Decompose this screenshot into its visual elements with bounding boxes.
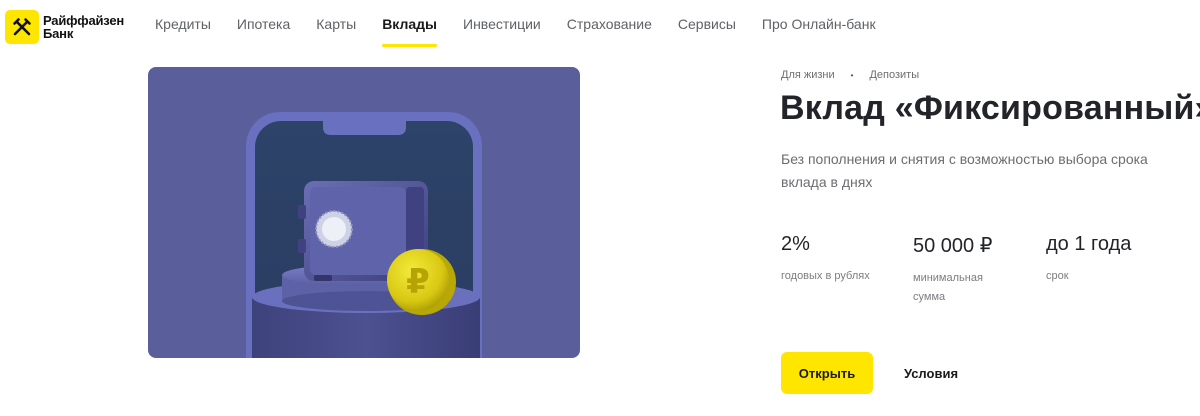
terms-button[interactable]: Условия xyxy=(892,352,970,394)
stat-term-label: срок xyxy=(1046,270,1069,282)
raiffeisen-cross-icon xyxy=(5,10,39,44)
site-header: Райффайзен Банк Кредиты Ипотека Карты Вк… xyxy=(0,0,1200,52)
hero-illustration: ₽ xyxy=(148,67,580,358)
breadcrumb-separator: • xyxy=(850,70,854,80)
stat-term: до 1 года срок xyxy=(1046,233,1166,286)
bank-logo[interactable]: Райффайзен Банк xyxy=(5,10,124,44)
nav-item-online-bank[interactable]: Про Онлайн-банк xyxy=(762,16,876,46)
stat-min-amount: 50 000 ₽ минимальная сумма xyxy=(913,233,1009,307)
stat-min-amount-label: минимальная сумма xyxy=(913,272,983,303)
nav-item-insurance[interactable]: Страхование xyxy=(567,16,652,46)
svg-text:₽: ₽ xyxy=(406,262,430,302)
breadcrumb: Для жизни • Депозиты xyxy=(781,69,919,81)
nav-item-cards[interactable]: Карты xyxy=(316,16,356,46)
nav-item-mortgage[interactable]: Ипотека xyxy=(237,16,290,46)
stat-rate-value: 2% xyxy=(781,233,810,255)
stat-rate-label: годовых в рублях xyxy=(781,270,870,282)
breadcrumb-item-deposits[interactable]: Депозиты xyxy=(869,69,919,81)
open-deposit-button[interactable]: Открыть xyxy=(781,352,873,394)
breadcrumb-item-for-life[interactable]: Для жизни xyxy=(781,69,835,81)
nav-item-deposits[interactable]: Вклады xyxy=(382,16,437,47)
page-subtitle: Без пополнения и снятия с возможностью в… xyxy=(781,151,1148,190)
nav-item-services[interactable]: Сервисы xyxy=(678,16,736,46)
nav-item-investments[interactable]: Инвестиции xyxy=(463,16,541,46)
stat-min-amount-value: 50 000 ₽ xyxy=(913,235,993,257)
stat-term-value: до 1 года xyxy=(1046,233,1132,255)
bank-logo-text: Райффайзен Банк xyxy=(43,13,125,41)
page-title: Вклад «Фиксированный» xyxy=(780,89,1200,127)
main-nav: Кредиты Ипотека Карты Вклады Инвестиции … xyxy=(155,16,902,47)
nav-item-credits[interactable]: Кредиты xyxy=(155,16,211,46)
stat-rate: 2% годовых в рублях xyxy=(781,233,901,286)
